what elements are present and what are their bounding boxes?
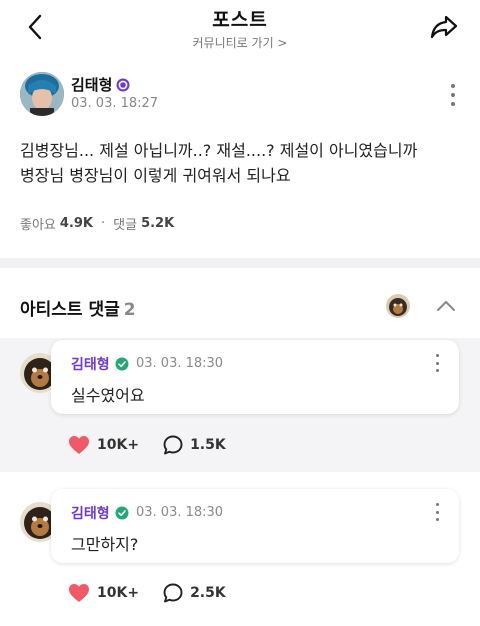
heart-icon: [69, 436, 89, 454]
comment-bubble: 김태형 03. 03. 18:30 실수였어요: [51, 340, 459, 414]
comment-author[interactable]: 김태형: [71, 503, 129, 523]
stats-separator: ·: [101, 216, 106, 231]
author-name-text: 김태형: [71, 76, 113, 94]
reply-button[interactable]: 2.5K: [163, 583, 226, 603]
comments-label[interactable]: 댓글: [113, 214, 137, 233]
heart-icon: [69, 584, 89, 602]
verified-badge-icon: [115, 506, 129, 520]
post-body: 김병장님... 제설 아닙니까..? 재설....? 제설이 아니였습니까 병장…: [20, 138, 460, 188]
collapse-button[interactable]: [436, 298, 456, 312]
reply-count: 2.5K: [190, 585, 226, 601]
more-icon-dot: [435, 518, 439, 521]
likes-label: 좋아요: [20, 218, 56, 233]
more-icon-dot: [435, 510, 439, 514]
avatar[interactable]: [20, 72, 64, 116]
artist-comments-header: 아티스트 댓글 2: [0, 268, 480, 338]
likes-count: 4.9K: [59, 216, 93, 231]
comment-text: 그만하지?: [71, 535, 139, 554]
comment-actions: 10K+ 2.5K: [68, 583, 250, 603]
like-count: 10K+: [97, 437, 140, 453]
post-author: 김태형 03. 03. 18:27: [20, 72, 460, 120]
share-button[interactable]: [428, 12, 460, 42]
share-icon: [430, 15, 458, 39]
more-icon: [451, 84, 455, 88]
verified-badge-icon: [116, 78, 130, 91]
artist-avatar-thumb: [386, 294, 410, 318]
post-date: 03. 03. 18:27: [71, 96, 159, 111]
artist-comments-title: 아티스트 댓글 2: [20, 295, 136, 320]
comment-date: 03. 03. 18:30: [136, 356, 224, 371]
section-divider: [0, 258, 480, 268]
post-body-line: 김병장님... 제설 아닙니까..? 재설....? 제설이 아니였습니까: [20, 141, 418, 160]
more-icon-dot: [435, 361, 439, 365]
like-count: 10K+: [97, 585, 140, 601]
more-icon: [435, 503, 439, 506]
page-title: 포스트: [212, 9, 268, 31]
comment-author[interactable]: 김태형: [71, 354, 129, 374]
comment-more-button[interactable]: [433, 354, 441, 372]
artist-comments-count: 2: [123, 300, 136, 320]
comment-actions: 10K+ 1.5K: [68, 435, 250, 455]
comments-count[interactable]: 5.2K: [141, 216, 174, 231]
comment-icon: [163, 435, 183, 455]
verified-badge-icon: [115, 357, 129, 371]
comment-text: 실수였어요: [71, 386, 145, 405]
comment-bubble: 김태형 03. 03. 18:30 그만하지?: [51, 489, 459, 563]
more-icon-dot: [451, 93, 455, 97]
more-icon: [435, 354, 439, 357]
post-stats: 좋아요 4.9K · 댓글 5.2K: [20, 214, 174, 233]
reply-count: 1.5K: [190, 437, 226, 453]
reply-button[interactable]: 1.5K: [163, 435, 226, 455]
artist-comment: 김태형 03. 03. 18:30 실수였어요 10K+ 1.5K: [0, 338, 480, 472]
comment-author-name: 김태형: [71, 506, 110, 522]
comment-author-name: 김태형: [71, 357, 110, 373]
post-body-line: 병장님 병장님이 이렇게 귀여워서 되나요: [20, 166, 291, 185]
comment-date: 03. 03. 18:30: [136, 505, 224, 520]
more-icon-dot: [435, 369, 439, 372]
chevron-up-icon: [437, 301, 455, 311]
comment-more-button[interactable]: [433, 503, 441, 521]
more-icon-dot: [451, 102, 455, 106]
like-button[interactable]: 10K+: [68, 583, 139, 603]
artist-comment: 김태형 03. 03. 18:30 그만하지? 10K+ 2.5K: [0, 472, 480, 626]
post-author-name[interactable]: 김태형: [71, 74, 130, 95]
top-bar: 포스트 커뮤니티로 가기 >: [0, 0, 480, 60]
post-more-button[interactable]: [446, 82, 460, 108]
artist-comments-label: 아티스트 댓글: [20, 300, 120, 320]
community-link[interactable]: 커뮤니티로 가기 >: [0, 34, 480, 51]
like-button[interactable]: 10K+: [68, 435, 139, 455]
comment-icon: [163, 583, 183, 603]
